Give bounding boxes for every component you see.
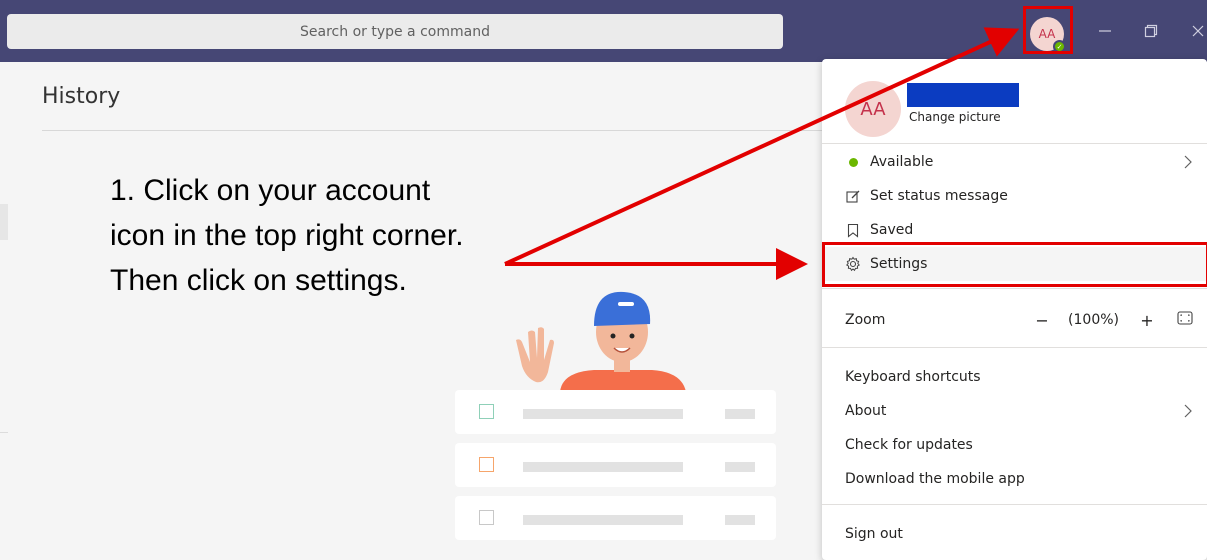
placeholder-card: [455, 390, 776, 434]
zoom-level: (100%): [1068, 312, 1119, 328]
placeholder-bar: [523, 462, 683, 472]
profile-avatar[interactable]: AA: [845, 81, 901, 137]
close-icon: [1192, 25, 1204, 37]
placeholder-bar: [523, 409, 683, 419]
zoom-row: Zoom − (100%) +: [822, 303, 1207, 337]
fit-to-screen-icon[interactable]: [1177, 311, 1193, 329]
checkbox-icon: [479, 404, 494, 419]
close-button[interactable]: [1178, 17, 1207, 45]
title-divider: [42, 130, 822, 131]
profile-initials: AA: [860, 98, 886, 120]
zoom-in-button[interactable]: +: [1137, 311, 1157, 330]
about-label: About: [845, 403, 887, 419]
status-label: Available: [870, 154, 934, 170]
placeholder-bar: [725, 409, 755, 419]
bookmark-icon: [845, 223, 861, 238]
menu-item-about[interactable]: About: [822, 394, 1207, 428]
chevron-right-icon: [1184, 155, 1192, 169]
saved-label: Saved: [870, 222, 914, 238]
placeholder-bar: [725, 515, 755, 525]
placeholder-bar: [523, 515, 683, 525]
menu-item-check-updates[interactable]: Check for updates: [822, 428, 1207, 462]
settings-highlight-box: [822, 242, 1207, 287]
placeholder-bar: [725, 462, 755, 472]
search-input[interactable]: Search or type a command: [7, 14, 783, 49]
instruction-annotation: 1. Click on your account icon in the top…: [110, 174, 464, 297]
search-placeholder: Search or type a command: [300, 23, 490, 40]
change-picture-link[interactable]: Change picture: [909, 110, 1001, 124]
sign-out-label: Sign out: [845, 526, 903, 542]
minimize-button[interactable]: [1085, 17, 1125, 45]
menu-item-keyboard-shortcuts[interactable]: Keyboard shortcuts: [822, 360, 1207, 394]
restore-icon: [1144, 24, 1158, 38]
chevron-right-icon: [1184, 404, 1192, 418]
zoom-label: Zoom: [845, 312, 886, 328]
waving-person-illustration: [516, 291, 686, 392]
placeholder-card: [455, 496, 776, 540]
menu-divider: [822, 504, 1207, 505]
left-rail-divider: [0, 432, 8, 433]
redacted-name: [907, 83, 1019, 107]
checkbox-icon: [479, 457, 494, 472]
menu-divider: [822, 347, 1207, 348]
checkbox-icon: [479, 510, 494, 525]
mobile-app-label: Download the mobile app: [845, 471, 1025, 487]
menu-item-set-status[interactable]: Set status message: [822, 179, 1207, 213]
menu-item-sign-out[interactable]: Sign out: [822, 517, 1207, 551]
set-status-label: Set status message: [870, 188, 1008, 204]
minimize-icon: [1099, 30, 1111, 32]
status-dot-icon: [845, 157, 861, 167]
menu-item-status[interactable]: Available: [822, 145, 1207, 179]
avatar-highlight-box: [1023, 6, 1073, 54]
account-menu: AA Change picture Available Set status m…: [822, 59, 1207, 560]
zoom-controls: − (100%) +: [1032, 303, 1207, 337]
edit-status-icon: [845, 189, 861, 204]
menu-divider: [822, 143, 1207, 144]
left-rail-selection: [0, 204, 8, 240]
menu-item-mobile-app[interactable]: Download the mobile app: [822, 462, 1207, 496]
restore-button[interactable]: [1131, 17, 1171, 45]
page-title: History: [42, 84, 121, 109]
menu-divider: [822, 288, 1207, 289]
check-updates-label: Check for updates: [845, 437, 973, 453]
placeholder-card: [455, 443, 776, 487]
keyboard-shortcuts-label: Keyboard shortcuts: [845, 369, 981, 385]
zoom-out-button[interactable]: −: [1032, 311, 1052, 330]
